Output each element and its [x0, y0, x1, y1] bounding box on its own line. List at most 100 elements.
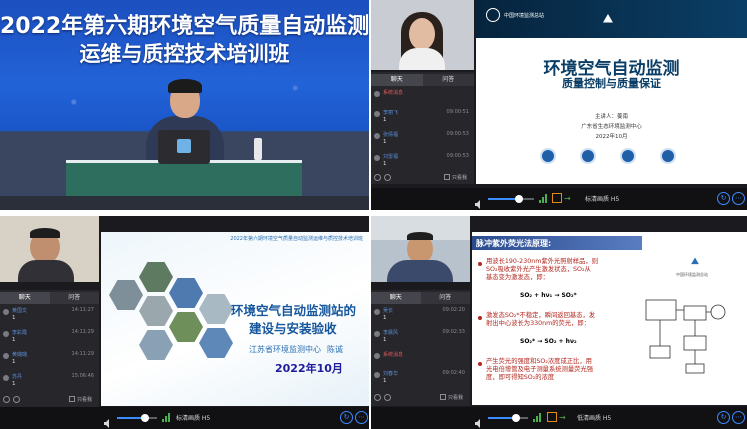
chat-message: 张倩福 09:00:53 1	[374, 131, 471, 151]
tree-logo-icon: ⯅	[600, 9, 616, 30]
flower-icon[interactable]	[384, 394, 391, 401]
tab-chat[interactable]: 聊天	[371, 74, 423, 86]
slide-org: 江苏省环境监测中心	[249, 345, 321, 354]
message-text: 1	[12, 381, 16, 387]
speaker-icon[interactable]	[475, 194, 484, 209]
tab-chat[interactable]: 聊天	[371, 292, 421, 304]
refresh-button[interactable]: ↻	[717, 411, 730, 424]
chat-message: 黄璐璐 14:11:29 1	[3, 351, 96, 371]
slide-speaker: 陈诚	[327, 345, 343, 354]
tab-chat[interactable]: 聊天	[0, 292, 50, 304]
volume-slider[interactable]	[488, 195, 534, 203]
slide-org: 中国环境监测总站	[676, 272, 708, 277]
resolution-label[interactable]: 标清画质 H5	[585, 194, 619, 203]
volume-slider[interactable]	[117, 414, 157, 422]
flower-icon[interactable]	[13, 396, 20, 403]
slide-quality-control: 中国环境监测总站 ⯅ 环境空气自动监测 质量控制与质量保证 主讲人：姜南 广东省…	[476, 0, 747, 184]
emoji-icon[interactable]	[3, 396, 10, 403]
more-button[interactable]: ⋯	[732, 192, 745, 205]
chat-message: 系统消息	[374, 89, 471, 109]
message-text: 1	[383, 337, 387, 343]
chat-tabs: 聊天 问答	[371, 74, 474, 86]
slide-org: 中国环境监测总站	[504, 13, 545, 19]
message-sender: 李晨风	[383, 330, 399, 336]
avatar	[3, 375, 9, 381]
message-sender: 刘雷福	[383, 154, 399, 160]
chat-message: 苏丹 15:06:46 1	[3, 373, 96, 393]
quality-icon[interactable]	[552, 193, 562, 203]
chat-tools: 只看我	[374, 174, 471, 183]
avatar	[374, 309, 380, 315]
only-me-checkbox[interactable]	[69, 396, 75, 402]
avatar	[374, 353, 380, 359]
emoji-icon[interactable]	[374, 174, 381, 181]
more-button[interactable]: ⋯	[732, 411, 745, 424]
slide-title-bar: 脉冲紫外荧光法原理:	[472, 236, 642, 250]
refresh-button[interactable]: ↻	[340, 411, 353, 424]
para3-line2: 光电倍增管及电子测量系统测量荧光强	[486, 366, 594, 373]
avatar	[3, 353, 9, 359]
lecture-client-1: 聊天 问答 系统消息 李丽飞 09:00:51 1 张倩福 09:00:53 1…	[371, 0, 747, 210]
avatar	[374, 155, 380, 161]
message-text: 1	[383, 161, 387, 167]
lecture-client-2: 聊天 问答 黄国文 14:11:27 1 李彩霞 14:11:29 1 黄璐璐 …	[0, 216, 369, 429]
chat-message: 李晨风 09:02:33 1	[374, 329, 467, 349]
equation-2: SO₂* → SO₂ + hν₂	[520, 338, 577, 345]
message-sender: 系统消息	[383, 352, 404, 358]
para1-line1: 用波长190-230nm紫外光照射样品，则	[486, 258, 598, 265]
message-text: 1	[12, 337, 16, 343]
analyzer-diagram	[645, 299, 726, 374]
more-button[interactable]: ⋯	[355, 411, 368, 424]
resolution-label[interactable]: 标清画质 H5	[176, 413, 210, 422]
para3-line3: 度，即可得知SO₂的浓度	[486, 374, 555, 381]
speaker-icon[interactable]	[475, 413, 484, 428]
flower-icon[interactable]	[384, 174, 391, 181]
slide-date: 2022年10月	[595, 134, 628, 140]
message-text: 1	[383, 139, 387, 145]
message-time: 09:00:51	[446, 109, 469, 115]
bullet-icon	[478, 316, 482, 320]
slide-header: 中国环境监测总站 ⯅	[476, 0, 747, 38]
laptop	[158, 130, 210, 164]
chat-sidebar: 聊天 问答 系统消息 李丽飞 09:00:51 1 张倩福 09:00:53 1…	[371, 72, 474, 184]
tab-qa[interactable]: 问答	[420, 292, 470, 304]
message-time: 09:02:20	[442, 307, 465, 313]
para3-line1: 产生荧光的强度和SO₂浓度成正比，用	[486, 358, 592, 365]
only-me-checkbox[interactable]	[444, 174, 450, 180]
refresh-button[interactable]: ↻	[717, 192, 730, 205]
speaker-icon[interactable]	[104, 413, 113, 428]
message-time: 09:00:53	[446, 153, 469, 159]
message-time: 09:00:53	[446, 131, 469, 137]
message-sender: 李彩霞	[12, 330, 28, 336]
speaker-camera	[371, 216, 470, 282]
tab-qa[interactable]: 问答	[422, 74, 474, 86]
only-me-checkbox[interactable]	[440, 394, 446, 400]
chat-tabs: 聊天 问答	[0, 292, 99, 304]
resolution-label[interactable]: 低清画质 H5	[577, 413, 611, 422]
message-time: 14:11:27	[71, 307, 94, 313]
chat-message: 刘春华 09:02:40 1	[374, 370, 467, 390]
chat-message: 系统消息	[374, 351, 467, 371]
emoji-icon[interactable]	[374, 394, 381, 401]
badge-icon	[660, 148, 676, 164]
message-text: 1	[12, 359, 16, 365]
only-me-label: 只看我	[452, 175, 468, 181]
chat-tools: 只看我	[3, 396, 96, 405]
para2-line1: 激发态SO₂*不稳定，瞬间返回基态，发	[486, 312, 596, 319]
training-stage-video: 2022年第六期环境空气质量自动监测 运维与质控技术培训班	[0, 0, 369, 210]
equation-1: SO₂ + hν₁ → SO₂*	[520, 292, 577, 299]
message-time: 14:11:29	[71, 329, 94, 335]
message-time: 14:11:29	[71, 351, 94, 357]
message-sender: 李丽飞	[383, 110, 399, 116]
signal-icon	[539, 194, 548, 203]
upload-arrow-icon: →	[559, 413, 566, 422]
message-sender: 系统消息	[383, 90, 404, 96]
laptop-logo-icon	[177, 139, 191, 153]
quality-icon[interactable]	[547, 412, 557, 422]
avatar	[3, 309, 9, 315]
volume-slider[interactable]	[488, 414, 528, 422]
chat-message: 黄国文 14:11:27 1	[3, 307, 96, 327]
chat-message: 李丽飞 09:00:51 1	[374, 109, 471, 129]
lecture-client-3: 聊天 问答 吴长 09:02:20 1 李晨风 09:02:33 1 系统消息 …	[371, 216, 747, 429]
tab-qa[interactable]: 问答	[49, 292, 99, 304]
